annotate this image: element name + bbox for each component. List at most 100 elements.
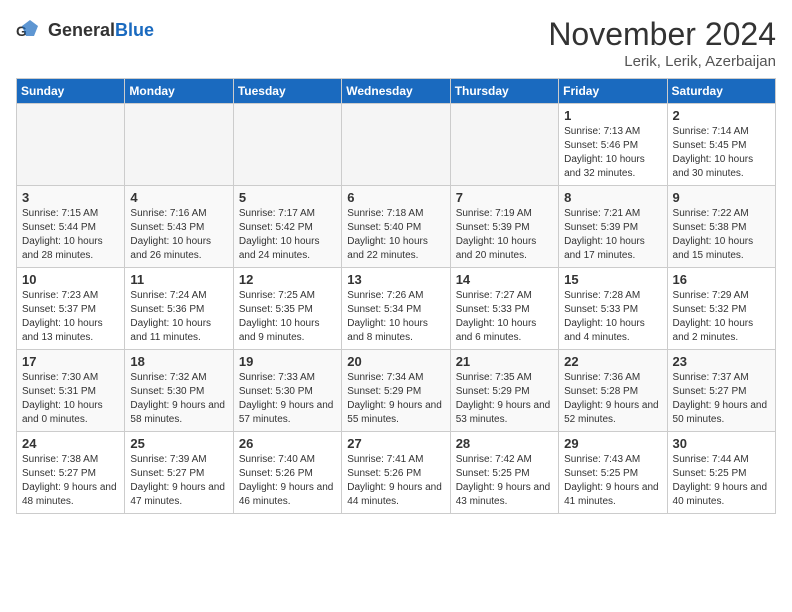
day-info: Sunrise: 7:32 AM Sunset: 5:30 PM Dayligh… — [130, 371, 227, 427]
day-number: 14 — [456, 272, 553, 287]
calendar-cell: 11Sunrise: 7:24 AM Sunset: 5:36 PM Dayli… — [125, 268, 233, 350]
day-number: 16 — [673, 272, 770, 287]
day-info: Sunrise: 7:13 AM Sunset: 5:46 PM Dayligh… — [564, 125, 661, 181]
day-number: 28 — [456, 436, 553, 451]
day-info: Sunrise: 7:35 AM Sunset: 5:29 PM Dayligh… — [456, 371, 553, 427]
day-number: 9 — [673, 190, 770, 205]
calendar-table: SundayMondayTuesdayWednesdayThursdayFrid… — [16, 78, 776, 514]
calendar-cell: 30 Sunrise: 7:44 AM Sunset: 5:25 PM Dayli… — [667, 432, 775, 514]
calendar-cell: 9 Sunrise: 7:22 AM Sunset: 5:38 PM Daylig… — [667, 186, 775, 268]
calendar-cell: 1 Sunrise: 7:13 AM Sunset: 5:46 PM Daylig… — [559, 104, 667, 186]
day-info: Sunrise: 7:16 AM Sunset: 5:43 PM Dayligh… — [130, 207, 227, 263]
calendar-cell: 28 Sunrise: 7:42 AM Sunset: 5:25 PM Dayli… — [450, 432, 558, 514]
calendar-cell: 4 Sunrise: 7:16 AM Sunset: 5:43 PM Daylig… — [125, 186, 233, 268]
day-number: 8 — [564, 190, 661, 205]
day-number: 12 — [239, 272, 336, 287]
column-header-wednesday: Wednesday — [342, 79, 450, 104]
calendar-cell: 5Sunrise: 7:17 AM Sunset: 5:42 PM Daylig… — [233, 186, 341, 268]
column-header-monday: Monday — [125, 79, 233, 104]
calendar-week-row: 1 Sunrise: 7:13 AM Sunset: 5:46 PM Daylig… — [17, 104, 776, 186]
calendar-header-row: SundayMondayTuesdayWednesdayThursdayFrid… — [17, 79, 776, 104]
page-header: G GeneralBlue November 2024 Lerik, Lerik… — [16, 16, 776, 70]
calendar-cell: 29 Sunrise: 7:43 AM Sunset: 5:25 PM Dayli… — [559, 432, 667, 514]
title-block: November 2024 Lerik, Lerik, Azerbaijan — [548, 16, 776, 70]
day-info: Sunrise: 7:44 AM Sunset: 5:25 PM Dayligh… — [673, 453, 770, 509]
day-info: Sunrise: 7:28 AM Sunset: 5:33 PM Dayligh… — [564, 289, 661, 345]
column-header-tuesday: Tuesday — [233, 79, 341, 104]
calendar-cell — [342, 104, 450, 186]
calendar-cell: 27 Sunrise: 7:41 AM Sunset: 5:26 PM Dayli… — [342, 432, 450, 514]
day-number: 22 — [564, 354, 661, 369]
calendar-cell: 14 Sunrise: 7:27 AM Sunset: 5:33 PM Dayli… — [450, 268, 558, 350]
column-header-saturday: Saturday — [667, 79, 775, 104]
calendar-cell: 18Sunrise: 7:32 AM Sunset: 5:30 PM Dayli… — [125, 350, 233, 432]
day-info: Sunrise: 7:17 AM Sunset: 5:42 PM Dayligh… — [239, 207, 336, 263]
day-info: Sunrise: 7:21 AM Sunset: 5:39 PM Dayligh… — [564, 207, 661, 263]
calendar-cell — [17, 104, 125, 186]
logo: G GeneralBlue — [16, 16, 154, 44]
logo-icon: G — [16, 16, 44, 44]
day-info: Sunrise: 7:19 AM Sunset: 5:39 PM Dayligh… — [456, 207, 553, 263]
day-info: Sunrise: 7:38 AM Sunset: 5:27 PM Dayligh… — [22, 453, 119, 509]
day-info: Sunrise: 7:42 AM Sunset: 5:25 PM Dayligh… — [456, 453, 553, 509]
logo-text-blue: Blue — [115, 20, 154, 40]
location-title: Lerik, Lerik, Azerbaijan — [548, 53, 776, 70]
day-number: 27 — [347, 436, 444, 451]
calendar-cell: 24 Sunrise: 7:38 AM Sunset: 5:27 PM Dayli… — [17, 432, 125, 514]
calendar-cell: 22 Sunrise: 7:36 AM Sunset: 5:28 PM Dayli… — [559, 350, 667, 432]
calendar-cell: 6 Sunrise: 7:18 AM Sunset: 5:40 PM Daylig… — [342, 186, 450, 268]
calendar-cell — [450, 104, 558, 186]
month-title: November 2024 — [548, 16, 776, 53]
day-number: 24 — [22, 436, 119, 451]
column-header-friday: Friday — [559, 79, 667, 104]
day-number: 25 — [130, 436, 227, 451]
calendar-cell: 21 Sunrise: 7:35 AM Sunset: 5:29 PM Dayli… — [450, 350, 558, 432]
day-info: Sunrise: 7:34 AM Sunset: 5:29 PM Dayligh… — [347, 371, 444, 427]
day-info: Sunrise: 7:36 AM Sunset: 5:28 PM Dayligh… — [564, 371, 661, 427]
calendar-cell: 7 Sunrise: 7:19 AM Sunset: 5:39 PM Daylig… — [450, 186, 558, 268]
day-number: 11 — [130, 272, 227, 287]
calendar-cell: 17Sunrise: 7:30 AM Sunset: 5:31 PM Dayli… — [17, 350, 125, 432]
calendar-cell: 26Sunrise: 7:40 AM Sunset: 5:26 PM Dayli… — [233, 432, 341, 514]
calendar-cell: 12Sunrise: 7:25 AM Sunset: 5:35 PM Dayli… — [233, 268, 341, 350]
day-info: Sunrise: 7:30 AM Sunset: 5:31 PM Dayligh… — [22, 371, 119, 427]
day-number: 4 — [130, 190, 227, 205]
calendar-cell: 3 Sunrise: 7:15 AM Sunset: 5:44 PM Daylig… — [17, 186, 125, 268]
calendar-cell: 13 Sunrise: 7:26 AM Sunset: 5:34 PM Dayli… — [342, 268, 450, 350]
calendar-cell — [125, 104, 233, 186]
day-info: Sunrise: 7:29 AM Sunset: 5:32 PM Dayligh… — [673, 289, 770, 345]
calendar-cell: 2Sunrise: 7:14 AM Sunset: 5:45 PM Daylig… — [667, 104, 775, 186]
day-info: Sunrise: 7:23 AM Sunset: 5:37 PM Dayligh… — [22, 289, 119, 345]
day-number: 15 — [564, 272, 661, 287]
calendar-week-row: 10Sunrise: 7:23 AM Sunset: 5:37 PM Dayli… — [17, 268, 776, 350]
logo-text-general: General — [48, 20, 115, 40]
day-number: 21 — [456, 354, 553, 369]
calendar-week-row: 17Sunrise: 7:30 AM Sunset: 5:31 PM Dayli… — [17, 350, 776, 432]
calendar-week-row: 24 Sunrise: 7:38 AM Sunset: 5:27 PM Dayli… — [17, 432, 776, 514]
day-number: 7 — [456, 190, 553, 205]
day-number: 26 — [239, 436, 336, 451]
day-info: Sunrise: 7:27 AM Sunset: 5:33 PM Dayligh… — [456, 289, 553, 345]
calendar-cell: 20 Sunrise: 7:34 AM Sunset: 5:29 PM Dayli… — [342, 350, 450, 432]
day-number: 6 — [347, 190, 444, 205]
calendar-cell: 16 Sunrise: 7:29 AM Sunset: 5:32 PM Dayli… — [667, 268, 775, 350]
day-number: 3 — [22, 190, 119, 205]
day-info: Sunrise: 7:26 AM Sunset: 5:34 PM Dayligh… — [347, 289, 444, 345]
day-info: Sunrise: 7:22 AM Sunset: 5:38 PM Dayligh… — [673, 207, 770, 263]
calendar-cell: 25Sunrise: 7:39 AM Sunset: 5:27 PM Dayli… — [125, 432, 233, 514]
day-info: Sunrise: 7:41 AM Sunset: 5:26 PM Dayligh… — [347, 453, 444, 509]
day-info: Sunrise: 7:15 AM Sunset: 5:44 PM Dayligh… — [22, 207, 119, 263]
day-number: 29 — [564, 436, 661, 451]
calendar-cell: 8 Sunrise: 7:21 AM Sunset: 5:39 PM Daylig… — [559, 186, 667, 268]
day-number: 1 — [564, 108, 661, 123]
calendar-week-row: 3 Sunrise: 7:15 AM Sunset: 5:44 PM Daylig… — [17, 186, 776, 268]
calendar-cell: 10Sunrise: 7:23 AM Sunset: 5:37 PM Dayli… — [17, 268, 125, 350]
day-number: 30 — [673, 436, 770, 451]
calendar-cell: 23Sunrise: 7:37 AM Sunset: 5:27 PM Dayli… — [667, 350, 775, 432]
day-number: 13 — [347, 272, 444, 287]
day-number: 23 — [673, 354, 770, 369]
day-info: Sunrise: 7:43 AM Sunset: 5:25 PM Dayligh… — [564, 453, 661, 509]
day-info: Sunrise: 7:18 AM Sunset: 5:40 PM Dayligh… — [347, 207, 444, 263]
day-number: 19 — [239, 354, 336, 369]
day-number: 20 — [347, 354, 444, 369]
